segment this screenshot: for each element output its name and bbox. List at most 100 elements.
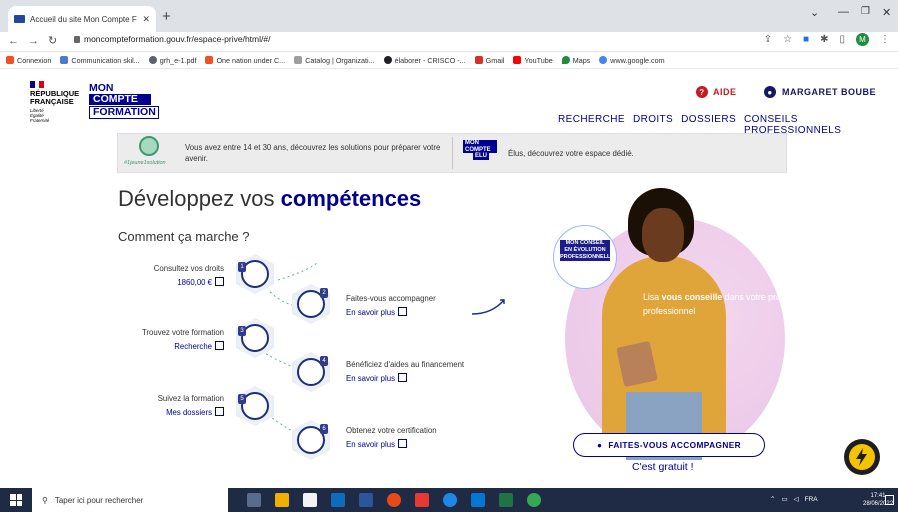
- close-tab-icon[interactable]: ✕: [142, 14, 150, 25]
- mon-compte-formation-logo[interactable]: MON COMPTE FORMATION: [89, 83, 163, 119]
- extension-icon[interactable]: ■: [803, 34, 809, 45]
- notification-icon[interactable]: [885, 495, 894, 505]
- external-link-icon: [397, 307, 407, 316]
- step-trouver-formation: Trouvez votre formation Recherche: [141, 328, 224, 351]
- toolbar-actions: ⇪ ☆ ■ ✱ ▯ M ⋮: [764, 33, 890, 46]
- acrobat-icon[interactable]: [415, 493, 429, 507]
- firefox-icon[interactable]: [387, 493, 401, 507]
- aide-link[interactable]: ? AIDE: [696, 86, 737, 98]
- lock-icon: [74, 35, 80, 43]
- mon-conseil-logo: MON CONSEIL EN ÉVOLUTION PROFESSIONNELLE: [553, 225, 617, 289]
- external-link-icon: [397, 373, 407, 382]
- word-icon[interactable]: [359, 493, 373, 507]
- url-text[interactable]: moncompteformation.gouv.fr/espace-prive/…: [84, 34, 270, 44]
- arrow-icon: [471, 299, 505, 315]
- youtube-icon: [513, 56, 522, 64]
- person-icon: ●: [596, 440, 603, 450]
- lightning-chat-button[interactable]: [844, 439, 880, 475]
- bookmark-item[interactable]: Communication skil...: [60, 56, 140, 65]
- network-icon[interactable]: ▭: [781, 495, 787, 503]
- puzzle-icon[interactable]: ✱: [820, 34, 828, 45]
- external-link-icon: [215, 277, 224, 286]
- bookmark-icon: [294, 56, 303, 64]
- task-view-icon[interactable]: [247, 493, 261, 507]
- outlook-icon[interactable]: [331, 493, 345, 507]
- bookmark-item[interactable]: élaborer - CRISCO -...: [383, 56, 466, 65]
- help-icon: ?: [696, 86, 708, 98]
- store-icon[interactable]: [303, 493, 317, 507]
- step-aides-financement: Bénéficiez d'aides au financement En sav…: [346, 360, 465, 383]
- forward-icon[interactable]: →: [28, 35, 48, 47]
- advisor-photo-face: [642, 208, 684, 262]
- language-indicator[interactable]: FRA: [805, 496, 818, 503]
- faites-vous-accompagner-button[interactable]: ● FAITES-VOUS ACCOMPAGNER: [573, 433, 765, 457]
- close-window-button[interactable]: ✕: [882, 6, 891, 19]
- en-savoir-plus-link[interactable]: En savoir plus: [346, 373, 407, 383]
- step-suivre-formation: Suivez la formation Mes dossiers: [157, 394, 224, 417]
- mail-icon[interactable]: [471, 493, 485, 507]
- taskbar-search[interactable]: ⚲ Taper ici pour rechercher: [32, 488, 228, 512]
- maps-icon: [561, 56, 570, 64]
- external-link-icon: [215, 341, 224, 350]
- page-title: Développez vos compétences: [118, 186, 422, 211]
- profile-avatar[interactable]: M: [856, 33, 869, 46]
- chevron-up-icon[interactable]: ⌃: [770, 495, 775, 503]
- free-note: C'est gratuit !: [632, 461, 694, 473]
- tab-title: Accueil du site Mon Compte For: [30, 14, 138, 24]
- external-link-icon: [397, 439, 407, 448]
- windows-start-icon[interactable]: [10, 494, 22, 506]
- bookmark-item[interactable]: Maps: [561, 56, 590, 65]
- jeune-solution-tag: #1jeune1solution: [124, 160, 166, 166]
- bookmark-item[interactable]: One nation under C...: [205, 56, 285, 65]
- bookmark-item[interactable]: www.google.com: [599, 56, 665, 65]
- bookmarks-bar: Connexion Communication skil... grh_e-1.…: [0, 52, 898, 69]
- republique-francaise-logo[interactable]: RÉPUBLIQUE FRANÇAISE Liberté Égalité Frate…: [30, 81, 79, 123]
- restore-button[interactable]: ❐: [861, 6, 870, 17]
- menu-icon[interactable]: ⋮: [880, 34, 890, 45]
- bookmark-icon: [60, 56, 69, 64]
- bookmark-icon: [205, 56, 214, 64]
- en-savoir-plus-link[interactable]: En savoir plus: [346, 307, 407, 317]
- tab-search-icon[interactable]: ⌄: [810, 6, 819, 19]
- volume-icon[interactable]: ◁: [794, 495, 799, 503]
- step-number: 4: [320, 356, 328, 366]
- share-icon[interactable]: ⇪: [764, 34, 772, 45]
- step-certification: Obtenez votre certification En savoir pl…: [346, 426, 437, 449]
- browser-tab[interactable]: Accueil du site Mon Compte For ✕: [8, 6, 156, 32]
- droits-amount-link[interactable]: 1860,00 €: [177, 277, 224, 287]
- address-bar[interactable]: moncompteformation.gouv.fr/espace-prive/…: [74, 34, 270, 44]
- google-icon: [599, 56, 608, 64]
- chrome-icon[interactable]: [527, 493, 541, 507]
- step-number: 2: [320, 288, 328, 298]
- step-number: 3: [238, 326, 246, 336]
- back-icon[interactable]: ←: [8, 35, 28, 47]
- file-explorer-icon[interactable]: [275, 493, 289, 507]
- lightning-icon: [849, 444, 875, 470]
- external-link-icon: [215, 407, 224, 416]
- user-account-link[interactable]: ● MARGARET BOUBE: [764, 86, 876, 98]
- bookmark-item[interactable]: Gmail: [474, 56, 504, 65]
- bookmark-star-icon[interactable]: ☆: [783, 34, 792, 45]
- gmail-icon: [474, 56, 483, 64]
- step-number: 1: [238, 262, 246, 272]
- step-accompagner: Faites-vous accompagner En savoir plus: [346, 294, 436, 317]
- new-tab-button[interactable]: +: [162, 8, 171, 25]
- reload-icon[interactable]: ↻: [48, 35, 66, 47]
- elu-banner-link[interactable]: Élus, découvrez votre espace dédié.: [508, 149, 634, 158]
- bookmark-item[interactable]: grh_e-1.pdf: [148, 56, 196, 65]
- sidepanel-icon[interactable]: ▯: [839, 34, 845, 45]
- bookmark-item[interactable]: Catalog | Organizati...: [294, 56, 375, 65]
- search-icon: ⚲: [42, 495, 48, 505]
- edge-icon[interactable]: [443, 493, 457, 507]
- en-savoir-plus-link[interactable]: En savoir plus: [346, 439, 407, 449]
- bookmark-item[interactable]: YouTube: [513, 56, 553, 65]
- mes-dossiers-link[interactable]: Mes dossiers: [166, 407, 224, 417]
- jeune-banner-link[interactable]: Vous avez entre 14 et 30 ans, découvrez …: [185, 142, 455, 164]
- advisor-caption: Lisa vous conseille dans votre projet pr…: [643, 292, 791, 316]
- bookmark-icon: [6, 56, 14, 64]
- bookmark-item[interactable]: Connexion: [6, 56, 51, 65]
- flag-icon: [30, 81, 45, 88]
- recherche-link[interactable]: Recherche: [174, 341, 224, 351]
- excel-icon[interactable]: [499, 493, 513, 507]
- minimize-button[interactable]: —: [838, 6, 849, 18]
